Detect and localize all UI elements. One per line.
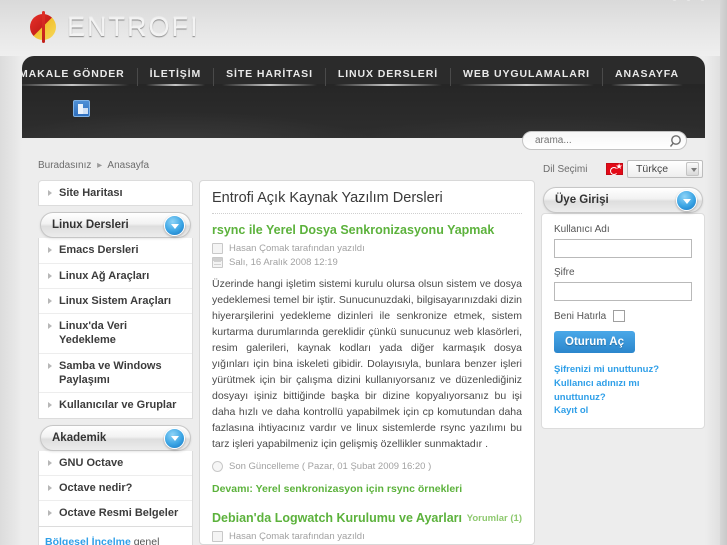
author-icon (212, 243, 223, 254)
sidebar-item-kullanicilar-ve-gruplar[interactable]: Kullanıcılar ve Gruplar (39, 393, 192, 417)
sidebar-panel-header-linux-dersleri[interactable]: Linux Dersleri (40, 212, 191, 239)
article-logwatch: Debian'da Logwatch Kurulumu ve Ayarları … (212, 511, 522, 544)
language-selected: Türkçe (636, 163, 669, 175)
calendar-icon (212, 257, 223, 268)
header-banner: MAKALE GÖNDER İLETİŞİM SİTE HARİTASI LIN… (22, 56, 705, 138)
nav-item-web-uygulamalari[interactable]: WEB UYGULAMALARI (451, 68, 603, 86)
chevron-down-icon[interactable] (686, 162, 699, 176)
breadcrumb: Buradasınız ▸ Anasayfa (38, 160, 149, 171)
remember-me-row: Beni Hatırla (554, 310, 692, 322)
article-title[interactable]: Debian'da Logwatch Kurulumu ve Ayarları (212, 511, 462, 525)
breadcrumb-separator: ▸ (97, 160, 103, 171)
article-author: Hasan Çomak tarafından yazıldı (229, 531, 365, 543)
remember-me-label: Beni Hatırla (554, 310, 607, 322)
panel-title-linux-dersleri: Linux Dersleri (52, 219, 129, 232)
read-more-link[interactable]: Devamı: Yerel senkronizasyon için rsync … (212, 483, 522, 495)
page-root: ENTROFI MAKALE GÖNDER İLETİŞİM SİTE HARİ… (0, 0, 727, 545)
breadcrumb-prefix: Buradasınız (38, 160, 92, 171)
top-logo-bar: ENTROFI (0, 0, 727, 56)
language-dropdown[interactable]: Türkçe (627, 160, 703, 178)
login-panel-header[interactable]: Üye Girişi (543, 187, 703, 213)
search-icon[interactable] (667, 131, 686, 150)
sidebar-panel-header-akademik[interactable]: Akademik (40, 424, 191, 451)
sidebar-item-octave-nedir[interactable]: Octave nedir? (39, 476, 192, 502)
remember-me-checkbox[interactable] (613, 310, 626, 322)
article-date: Salı, 16 Aralık 2008 12:19 (229, 257, 338, 268)
chevron-down-icon[interactable] (164, 215, 185, 237)
nav-item-linux-dersleri[interactable]: LINUX DERSLERİ (326, 68, 452, 86)
entrofi-circle-logo-icon (30, 11, 60, 43)
left-sidebar: Site Haritası Linux Dersleri Emacs Dersl… (38, 180, 193, 545)
password-input[interactable] (554, 282, 692, 301)
broken-image-placeholder-icon (73, 100, 90, 117)
language-select-group[interactable]: Türkçe (606, 160, 703, 178)
login-panel: Kullanıcı Adı Şifre Beni Hatırla Oturum … (541, 213, 705, 430)
promo-text-block: Bölgesel İncelme genel zayıflama da oldu… (38, 526, 193, 545)
sidebar-item-emacs-dersleri[interactable]: Emacs Dersleri (39, 238, 192, 264)
login-submit-button[interactable]: Oturum Aç (554, 331, 635, 353)
panel-title-akademik: Akademik (52, 431, 107, 444)
right-sidebar: Dil Seçimi Türkçe Üye Girişi Kullanıcı A… (541, 160, 705, 430)
password-label: Şifre (554, 267, 575, 278)
chevron-down-icon[interactable] (676, 190, 697, 211)
forgot-password-link[interactable]: Şifrenizi mi unuttunuz? (554, 363, 692, 377)
search-strip (22, 130, 705, 158)
sidebar-item-linux-ag-araclari[interactable]: Linux Ağ Araçları (39, 264, 192, 289)
chevron-down-icon[interactable] (164, 427, 185, 449)
sidebar-item-samba-ve-windows-paylasimi[interactable]: Samba ve Windows Paylaşımı (39, 354, 192, 394)
comments-count-link[interactable]: Yorumlar (1) (467, 513, 522, 524)
register-link[interactable]: Kayıt ol (554, 404, 692, 418)
main-content: Entrofi Açık Kaynak Yazılım Dersleri rsy… (199, 180, 535, 545)
language-label: Dil Seçimi (543, 163, 588, 175)
username-input[interactable] (554, 239, 692, 258)
refresh-icon (212, 461, 223, 473)
language-selector-row: Dil Seçimi Türkçe (541, 160, 705, 178)
article-title[interactable]: rsync ile Yerel Dosya Senkronizasyonu Ya… (212, 223, 522, 237)
article-author-meta: Hasan Çomak tarafından yazıldı (212, 531, 522, 543)
sidebar-item-linuxda-veri-yedekleme[interactable]: Linux'da Veri Yedekleme (39, 314, 192, 354)
nav-item-iletisim[interactable]: İLETİŞİM (138, 68, 215, 86)
nav-decoration (672, 0, 705, 1)
search-input[interactable] (523, 135, 667, 146)
logo-text: ENTROFI (67, 11, 200, 42)
article-author: Hasan Çomak tarafından yazıldı (229, 243, 365, 254)
forgot-username-link[interactable]: Kullanıcı adınızı mı unuttunuz? (554, 377, 692, 405)
sidebar-item-linux-sistem-araclari[interactable]: Linux Sistem Araçları (39, 289, 192, 315)
sidebar-item-gnu-octave[interactable]: GNU Octave (39, 451, 192, 476)
article-updated-text: Son Güncelleme ( Pazar, 01 Şubat 2009 16… (229, 461, 432, 473)
turkey-flag-icon (606, 162, 623, 175)
main-navigation: MAKALE GÖNDER İLETİŞİM SİTE HARİTASI LIN… (22, 56, 705, 86)
author-icon (212, 531, 223, 543)
promo-link-bolgesel-incelme[interactable]: Bölgesel İncelme (45, 536, 131, 545)
sidebar-panel-linux-dersleri: Emacs Dersleri Linux Ağ Araçları Linux S… (38, 238, 193, 419)
page-title: Entrofi Açık Kaynak Yazılım Dersleri (212, 190, 522, 214)
username-label: Kullanıcı Adı (554, 224, 610, 235)
site-logo[interactable]: ENTROFI (30, 11, 200, 43)
page-right-edge (720, 0, 727, 545)
sidebar-item-octave-resmi-belgeler[interactable]: Octave Resmi Belgeler (39, 501, 192, 525)
nav-item-anasayfa[interactable]: ANASAYFA (603, 68, 691, 86)
sidebar-panel-akademik: GNU Octave Octave nedir? Octave Resmi Be… (38, 450, 193, 527)
login-panel-title: Üye Girişi (555, 194, 609, 206)
article-date-meta: Salı, 16 Aralık 2008 12:19 (212, 257, 522, 268)
article-author-meta: Hasan Çomak tarafından yazıldı (212, 243, 522, 254)
article-updated: Son Güncelleme ( Pazar, 01 Şubat 2009 16… (212, 461, 522, 473)
breadcrumb-current[interactable]: Anasayfa (107, 160, 149, 171)
sidebar-item-site-haritasi[interactable]: Site Haritası (39, 181, 192, 205)
sidebar-top-list: Site Haritası (38, 180, 193, 207)
nav-item-makale-gonder[interactable]: MAKALE GÖNDER (22, 68, 138, 86)
nav-item-site-haritasi[interactable]: SİTE HARİTASI (214, 68, 326, 86)
article-rsync: rsync ile Yerel Dosya Senkronizasyonu Ya… (212, 223, 522, 495)
search-box[interactable] (522, 131, 687, 150)
article-body: Üzerinde hangi işletim sistemi kurulu ol… (212, 278, 522, 450)
